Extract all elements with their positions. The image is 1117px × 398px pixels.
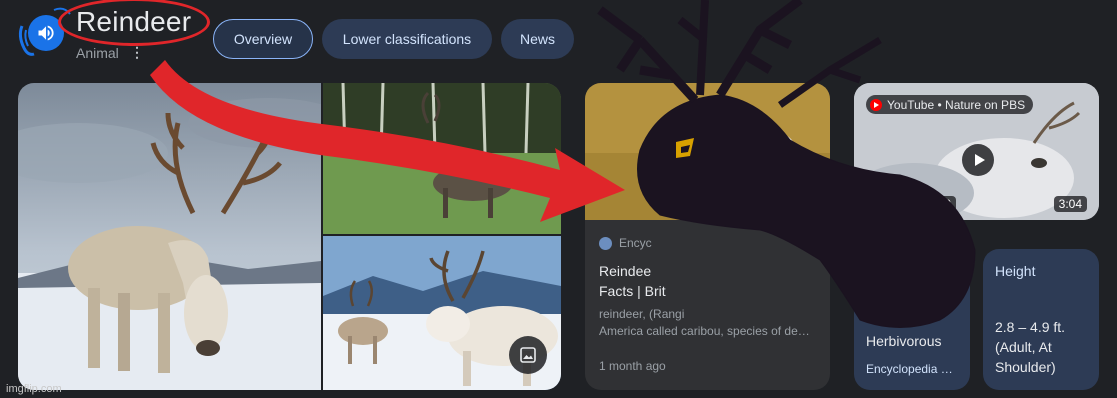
article-snippet: reindeer, (Rangi America called caribou,… <box>599 307 810 338</box>
fact-card-height[interactable]: Height 2.8 – 4.9 ft. (Adult, At Shoulder… <box>983 249 1099 390</box>
article-card[interactable]: Encyc Reindee Facts | Brit reindeer, (Ra… <box>585 83 830 390</box>
tab-overview[interactable]: Overview <box>213 19 313 59</box>
play-button[interactable] <box>962 144 994 176</box>
fact-heading: Height <box>995 263 1036 279</box>
youtube-icon <box>870 98 882 111</box>
more-options-icon[interactable]: ⋮ <box>130 44 144 61</box>
fact-card-diet[interactable]: Herbivorous Encyclopedia … <box>854 249 970 390</box>
volume-up-icon <box>38 25 54 41</box>
tab-lower-classifications[interactable]: Lower classifications <box>322 19 492 59</box>
fact-value: Herbivorous <box>866 333 942 349</box>
page-subtitle: Animal <box>76 45 119 61</box>
fact-source[interactable]: Encyclopedia … <box>866 362 953 376</box>
tab-news[interactable]: News <box>501 19 574 59</box>
article-source-label: Encyc <box>619 236 652 250</box>
video-date: 0, 2020 <box>906 196 957 212</box>
reindeer-photo-main[interactable] <box>18 83 321 390</box>
article-thumbnail <box>585 83 830 220</box>
video-source-label: YouTube • Nature on PBS <box>887 97 1026 112</box>
video-source-badge: YouTube • Nature on PBS <box>866 95 1034 114</box>
reindeer-photo-grassland[interactable] <box>323 83 561 234</box>
image-icon <box>520 347 536 363</box>
article-source: Encyc <box>599 236 652 250</box>
image-search-button[interactable] <box>509 336 547 374</box>
red-circle-annotation <box>58 0 210 46</box>
reindeer-photo-snow[interactable] <box>323 236 561 390</box>
video-duration: 3:04 <box>1053 196 1087 212</box>
article-title[interactable]: Reindee Facts | Brit <box>599 261 819 301</box>
video-card[interactable]: YouTube • Nature on PBS 0, 2020 3:04 <box>854 83 1099 220</box>
watermark: imgflip.com <box>6 383 62 395</box>
article-date: 1 month ago <box>599 359 666 373</box>
source-favicon-icon <box>599 236 612 250</box>
fact-value: 2.8 – 4.9 ft. (Adult, At Shoulder) <box>995 319 1066 375</box>
